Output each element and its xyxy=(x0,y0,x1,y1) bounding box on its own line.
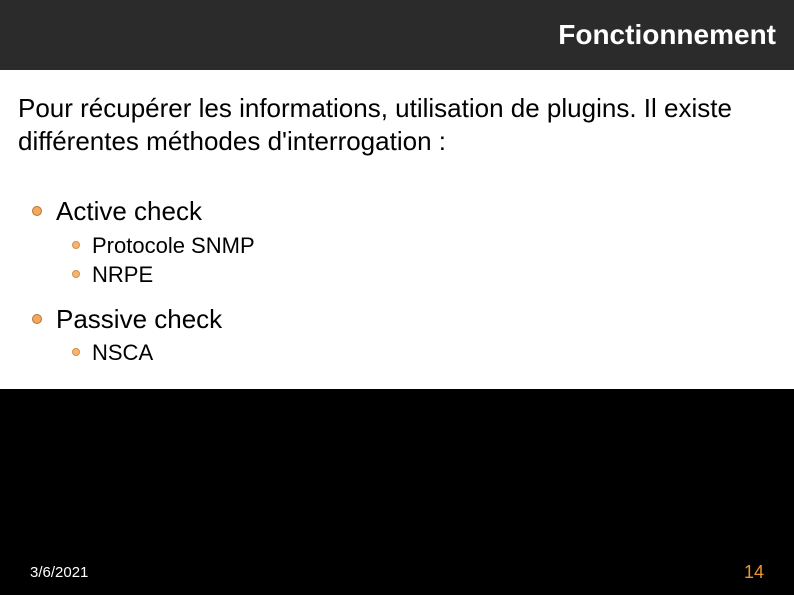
bullet-icon xyxy=(72,348,80,356)
footer-date: 3/6/2021 xyxy=(30,564,88,581)
list-item: NRPE xyxy=(18,261,776,289)
list-item-label: Protocole SNMP xyxy=(92,232,255,260)
list-item-label: NSCA xyxy=(92,339,153,367)
slide-content: Pour récupérer les informations, utilisa… xyxy=(0,70,794,389)
list-item: NSCA xyxy=(18,339,776,367)
sub-list: NSCA xyxy=(18,339,776,367)
list-item: Passive check xyxy=(18,303,776,336)
bullet-icon xyxy=(32,206,42,216)
list-item-label: Active check xyxy=(56,195,202,228)
list-item: Protocole SNMP xyxy=(18,232,776,260)
header-bar: Fonctionnement xyxy=(0,0,794,70)
slide-title: Fonctionnement xyxy=(558,19,776,51)
list-item-label: Passive check xyxy=(56,303,222,336)
list-item-label: NRPE xyxy=(92,261,153,289)
bullet-list: Active check Protocole SNMP NRPE Passive… xyxy=(18,195,776,367)
list-item: Active check xyxy=(18,195,776,228)
footer-page-number: 14 xyxy=(744,562,764,583)
bullet-icon xyxy=(72,270,80,278)
sub-list: Protocole SNMP NRPE xyxy=(18,232,776,289)
intro-text: Pour récupérer les informations, utilisa… xyxy=(18,92,776,157)
bullet-icon xyxy=(32,314,42,324)
bullet-icon xyxy=(72,241,80,249)
footer: 3/6/2021 14 xyxy=(0,555,794,595)
